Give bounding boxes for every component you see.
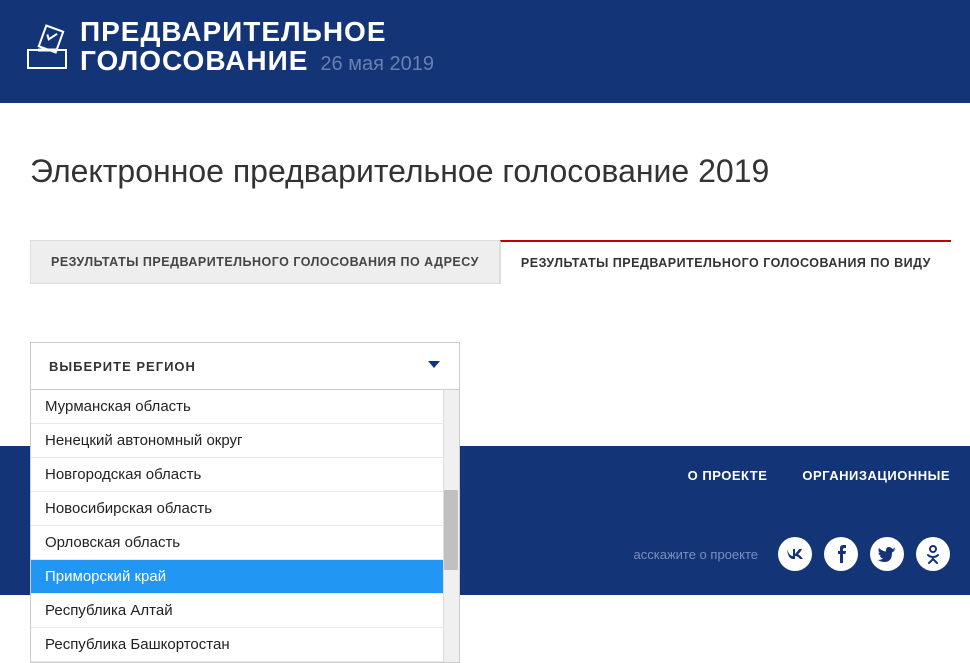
scrollbar-track[interactable] (443, 390, 459, 662)
tab-results-by-type[interactable]: РЕЗУЛЬТАТЫ ПРЕДВАРИТЕЛЬНОГО ГОЛОСОВАНИЯ … (500, 240, 951, 284)
ballot-box-icon (20, 20, 74, 79)
logo-block: ПРЕДВАРИТЕЛЬНОЕ ГОЛОСОВАНИЕ 26 мая 2019 (20, 18, 434, 79)
share-label: асскажите о проекте (634, 547, 758, 562)
header: ПРЕДВАРИТЕЛЬНОЕ ГОЛОСОВАНИЕ 26 мая 2019 (0, 0, 970, 103)
region-option[interactable]: Мурманская область (31, 390, 459, 424)
footer-links: О ПРОЕКТЕ ОРГАНИЗАЦИОННЫЕ (688, 468, 950, 483)
logo-line2: ГОЛОСОВАНИЕ (80, 46, 308, 77)
logo-text: ПРЕДВАРИТЕЛЬНОЕ ГОЛОСОВАНИЕ 26 мая 2019 (80, 18, 434, 77)
region-option[interactable]: Новгородская область (31, 458, 459, 492)
region-dropdown: ВЫБЕРИТЕ РЕГИОН Мурманская область Ненец… (30, 342, 460, 390)
tab-results-by-address[interactable]: РЕЗУЛЬТАТЫ ПРЕДВАРИТЕЛЬНОГО ГОЛОСОВАНИЯ … (30, 240, 500, 284)
logo-date: 26 мая 2019 (320, 53, 434, 76)
region-option[interactable]: Республика Башкортостан (31, 628, 459, 662)
region-dropdown-label: ВЫБЕРИТЕ РЕГИОН (49, 359, 196, 374)
content: Электронное предварительное голосование … (0, 103, 970, 314)
tabs: РЕЗУЛЬТАТЫ ПРЕДВАРИТЕЛЬНОГО ГОЛОСОВАНИЯ … (30, 240, 940, 284)
region-option[interactable]: Ненецкий автономный округ (31, 424, 459, 458)
page-title: Электронное предварительное голосование … (30, 153, 940, 190)
region-option[interactable]: Орловская область (31, 526, 459, 560)
region-dropdown-toggle[interactable]: ВЫБЕРИТЕ РЕГИОН (30, 342, 460, 390)
region-option[interactable]: Новосибирская область (31, 492, 459, 526)
chevron-down-icon (427, 357, 441, 375)
ok-icon[interactable] (916, 537, 950, 571)
region-option[interactable]: Республика Алтай (31, 594, 459, 628)
region-dropdown-list: Мурманская область Ненецкий автономный о… (30, 390, 460, 663)
scrollbar-thumb[interactable] (444, 490, 458, 570)
footer-link-about[interactable]: О ПРОЕКТЕ (688, 468, 768, 483)
region-option-selected[interactable]: Приморский край (31, 560, 459, 594)
footer-link-org[interactable]: ОРГАНИЗАЦИОННЫЕ (802, 468, 950, 483)
facebook-icon[interactable] (824, 537, 858, 571)
logo-line1: ПРЕДВАРИТЕЛЬНОЕ (80, 18, 434, 46)
vk-icon[interactable] (778, 537, 812, 571)
twitter-icon[interactable] (870, 537, 904, 571)
